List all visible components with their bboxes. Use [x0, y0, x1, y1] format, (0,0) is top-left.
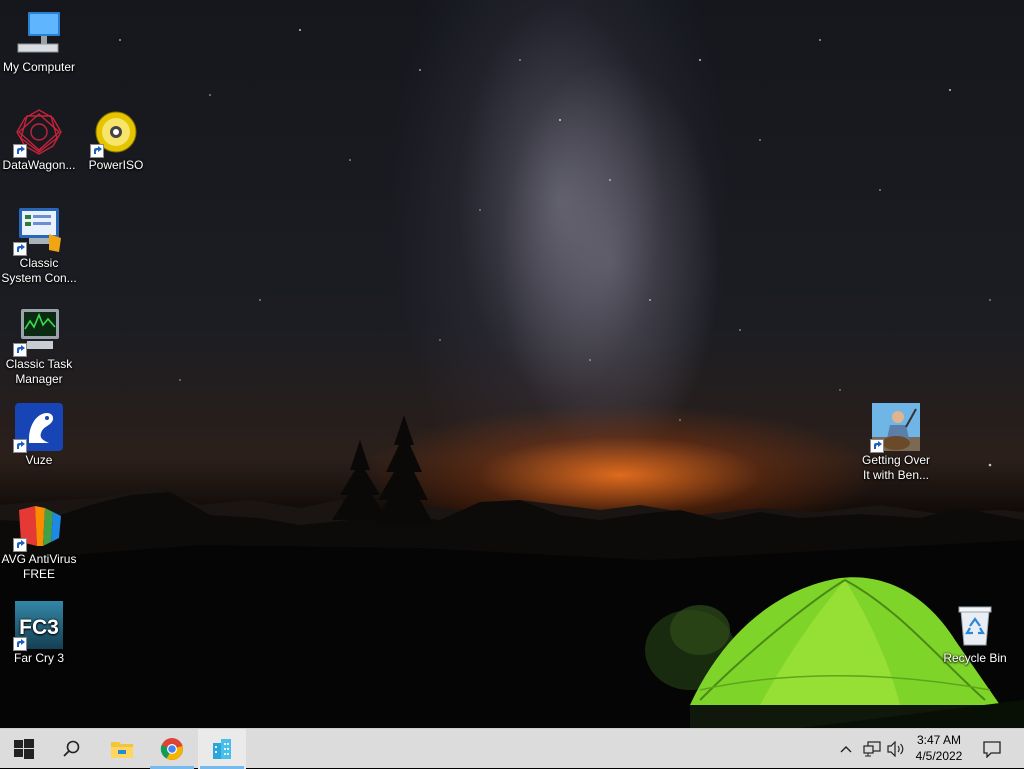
control-panel-icon	[13, 206, 63, 256]
computer-icon	[15, 10, 63, 58]
desktop-icon-recycle-bin[interactable]: Recycle Bin	[937, 601, 1013, 666]
icon-label: AVG AntiVirus FREE	[1, 552, 77, 581]
shortcut-arrow-icon	[13, 637, 27, 651]
volume-button[interactable]	[884, 729, 908, 769]
task-manager-icon	[13, 307, 63, 357]
far-cry-3-glyph: FC3	[19, 616, 59, 639]
network-button[interactable]	[860, 729, 884, 769]
network-icon	[863, 741, 881, 757]
shortcut-arrow-icon	[870, 439, 884, 453]
search-button[interactable]	[48, 729, 96, 769]
search-icon	[63, 740, 80, 757]
icon-label: Vuze	[25, 453, 53, 467]
pine-trees	[332, 415, 434, 525]
chevron-up-icon	[840, 746, 852, 753]
volume-icon	[887, 741, 904, 757]
far-cry-3-icon: FC3	[13, 601, 63, 651]
stars	[119, 29, 992, 467]
chrome-button[interactable]	[148, 729, 196, 769]
shortcut-arrow-icon	[13, 144, 27, 158]
icon-label: My Computer	[2, 60, 76, 74]
desktop-icon-poweriso[interactable]: PowerISO	[78, 108, 154, 173]
notification-icon	[983, 741, 1001, 758]
shortcut-arrow-icon	[13, 343, 27, 357]
desktop-icon-my-computer[interactable]: My Computer	[1, 10, 77, 75]
chrome-icon	[160, 738, 183, 760]
desktop-icon-classic-system-control[interactable]: Classic System Con...	[1, 206, 77, 286]
icon-label: DataWagon...	[2, 158, 76, 172]
folder-icon	[111, 742, 133, 758]
icon-label: Getting Over It with Ben...	[861, 453, 931, 482]
clock-time: 3:47 AM	[916, 733, 962, 747]
open-app-button[interactable]	[198, 729, 246, 769]
desktop-icon-vuze[interactable]: Vuze	[1, 403, 77, 468]
taskbar: 3:47 AM 4/5/2022	[0, 728, 1024, 769]
vuze-frog-icon	[13, 403, 63, 453]
shortcut-arrow-icon	[13, 538, 27, 552]
desktop-icon-datawagon[interactable]: DataWagon...	[1, 108, 77, 173]
desktop-icon-getting-over-it[interactable]: Getting Over It with Ben...	[858, 403, 934, 483]
icon-label: Recycle Bin	[943, 651, 1007, 665]
shortcut-arrow-icon	[13, 242, 27, 256]
icon-label: Classic System Con...	[1, 256, 77, 285]
file-explorer-button[interactable]	[98, 729, 146, 769]
recycle-bin-icon	[951, 601, 999, 649]
start-button[interactable]	[0, 729, 48, 769]
taskbar-clock[interactable]: 3:47 AM 4/5/2022	[906, 732, 972, 764]
clock-date: 4/5/2022	[915, 749, 963, 763]
avg-icon	[13, 502, 63, 552]
buildings-icon	[213, 739, 231, 759]
windows-logo-icon	[14, 739, 34, 759]
icon-label: Classic Task Manager	[5, 357, 73, 386]
show-hidden-icons-button[interactable]	[836, 729, 856, 769]
icon-label: Far Cry 3	[13, 651, 64, 665]
getting-over-it-icon	[870, 403, 920, 453]
poweriso-disc-icon	[90, 108, 140, 158]
desktop-icon-far-cry-3[interactable]: FC3 Far Cry 3	[1, 601, 77, 666]
desktop-icon-avg-antivirus[interactable]: AVG AntiVirus FREE	[1, 502, 77, 582]
action-center-button[interactable]	[976, 729, 1008, 769]
shortcut-arrow-icon	[90, 144, 104, 158]
shortcut-arrow-icon	[13, 439, 27, 453]
datawagon-icon	[13, 108, 63, 158]
desktop-icon-classic-task-manager[interactable]: Classic Task Manager	[1, 307, 77, 387]
icon-label: PowerISO	[88, 158, 144, 172]
